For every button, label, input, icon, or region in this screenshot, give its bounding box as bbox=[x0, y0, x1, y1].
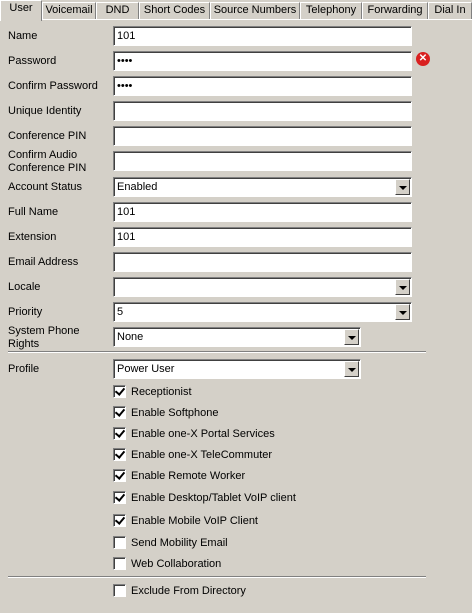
account-status-value: Enabled bbox=[117, 181, 158, 193]
priority-label: Priority bbox=[8, 306, 43, 318]
enable-remote-worker-checkbox[interactable] bbox=[113, 469, 126, 482]
chevron-down-icon[interactable] bbox=[344, 329, 359, 345]
enable-onex-telecommuter-checkbox[interactable] bbox=[113, 448, 126, 461]
chevron-down-icon[interactable] bbox=[395, 304, 410, 320]
tab-bar: User Voicemail DND Short Codes Source Nu… bbox=[0, 0, 472, 21]
enable-onex-portal-checkbox[interactable] bbox=[113, 427, 126, 440]
send-mobility-email-checkbox[interactable] bbox=[113, 536, 126, 549]
name-field[interactable]: 101 bbox=[113, 26, 412, 46]
tab-forwarding[interactable]: Forwarding bbox=[362, 2, 428, 19]
tab-short-codes[interactable]: Short Codes bbox=[139, 2, 210, 19]
chevron-down-icon[interactable] bbox=[395, 179, 410, 195]
receptionist-checkbox[interactable] bbox=[113, 385, 126, 398]
tab-telephony[interactable]: Telephony bbox=[300, 2, 362, 19]
password-field[interactable]: •••• bbox=[113, 51, 412, 71]
enable-onex-telecommuter-label: Enable one-X TeleCommuter bbox=[131, 449, 273, 461]
chevron-down-icon[interactable] bbox=[395, 279, 410, 295]
email-address-field[interactable] bbox=[113, 252, 412, 272]
extension-field[interactable]: 101 bbox=[113, 227, 412, 247]
exclude-from-directory-label: Exclude From Directory bbox=[131, 585, 246, 597]
unique-identity-field[interactable] bbox=[113, 101, 412, 121]
locale-label: Locale bbox=[8, 281, 41, 293]
account-status-select[interactable]: Enabled bbox=[113, 177, 412, 197]
profile-label: Profile bbox=[8, 363, 40, 375]
system-phone-rights-value: None bbox=[117, 331, 144, 343]
tab-voicemail[interactable]: Voicemail bbox=[42, 2, 96, 19]
enable-mobile-voip-label: Enable Mobile VoIP Client bbox=[131, 515, 258, 527]
enable-desktop-voip-label: Enable Desktop/Tablet VoIP client bbox=[131, 492, 296, 504]
divider bbox=[8, 351, 426, 353]
email-address-label: Email Address bbox=[8, 256, 79, 268]
confirm-password-label: Confirm Password bbox=[8, 80, 98, 92]
tab-dial-in[interactable]: Dial In bbox=[428, 2, 472, 19]
system-phone-rights-label: System Phone Rights bbox=[8, 325, 80, 350]
enable-softphone-checkbox[interactable] bbox=[113, 406, 126, 419]
close-x-icon: ✕ bbox=[416, 52, 430, 66]
tab-source-numbers[interactable]: Source Numbers bbox=[210, 2, 300, 19]
enable-mobile-voip-checkbox[interactable] bbox=[113, 514, 126, 527]
conference-pin-label: Conference PIN bbox=[8, 130, 87, 142]
unique-identity-label: Unique Identity bbox=[8, 105, 82, 117]
enable-onex-portal-label: Enable one-X Portal Services bbox=[131, 428, 275, 440]
send-mobility-email-label: Send Mobility Email bbox=[131, 537, 228, 549]
exclude-from-directory-checkbox[interactable] bbox=[113, 584, 126, 597]
conference-pin-field[interactable] bbox=[113, 126, 412, 146]
web-collaboration-checkbox[interactable] bbox=[113, 557, 126, 570]
enable-remote-worker-label: Enable Remote Worker bbox=[131, 470, 246, 482]
profile-value: Power User bbox=[117, 363, 175, 375]
confirm-audio-pin-label: Confirm Audio Conference PIN bbox=[8, 149, 87, 174]
chevron-down-icon[interactable] bbox=[344, 361, 359, 377]
divider bbox=[8, 576, 426, 578]
profile-select[interactable]: Power User bbox=[113, 359, 361, 379]
priority-select[interactable]: 5 bbox=[113, 302, 412, 322]
extension-label: Extension bbox=[8, 231, 57, 243]
receptionist-label: Receptionist bbox=[131, 386, 192, 398]
confirm-audio-pin-field[interactable] bbox=[113, 151, 412, 171]
full-name-field[interactable]: 101 bbox=[113, 202, 412, 222]
tab-dnd[interactable]: DND bbox=[96, 2, 139, 19]
locale-select[interactable] bbox=[113, 277, 412, 297]
confirm-password-field[interactable]: •••• bbox=[113, 76, 412, 96]
full-name-label: Full Name bbox=[8, 206, 59, 218]
enable-softphone-label: Enable Softphone bbox=[131, 407, 219, 419]
priority-value: 5 bbox=[117, 306, 124, 318]
system-phone-rights-select[interactable]: None bbox=[113, 327, 361, 347]
password-label: Password bbox=[8, 55, 57, 67]
tab-user[interactable]: User bbox=[0, 0, 42, 21]
account-status-label: Account Status bbox=[8, 181, 82, 193]
name-label: Name bbox=[8, 30, 38, 42]
enable-desktop-voip-checkbox[interactable] bbox=[113, 491, 126, 504]
web-collaboration-label: Web Collaboration bbox=[131, 558, 222, 570]
